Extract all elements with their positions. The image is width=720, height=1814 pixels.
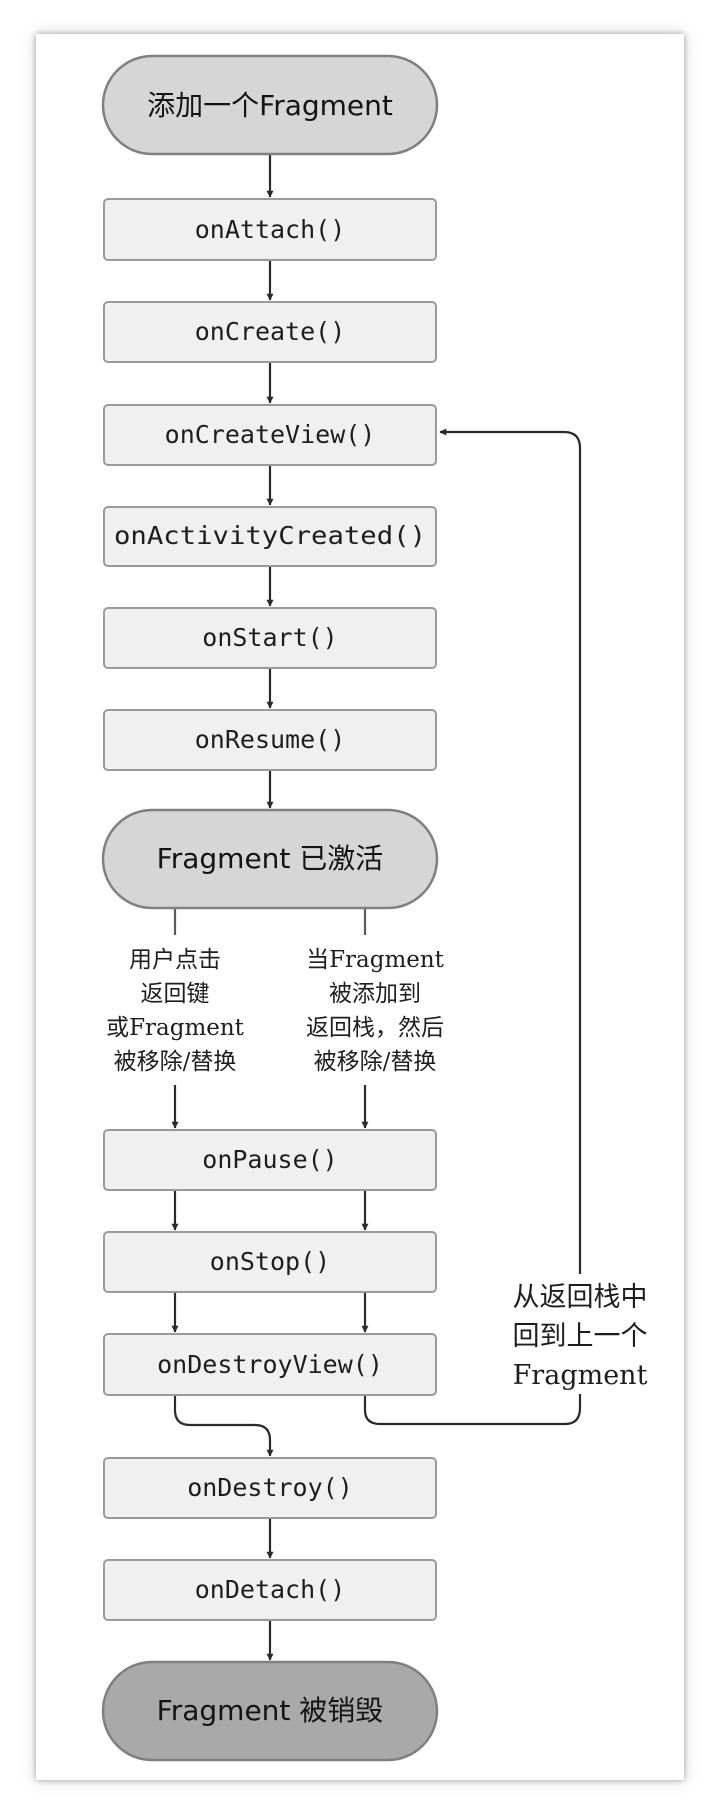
return-note-line-1: 从返回栈中 [513,1282,648,1313]
edge-destroyview-destroy [173,1395,274,1457]
node-on-stop: onStop() [103,1231,437,1293]
return-note-line-2: 回到上一个 [513,1321,648,1352]
node-on-create-label: onCreate() [195,317,346,346]
fragment-lifecycle-diagram: 添加一个Fragment onAttach() onCreate() onCre… [101,54,672,1762]
node-on-attach: onAttach() [103,198,437,261]
node-on-destroy-view: onDestroyView() [103,1333,437,1396]
end-terminal: Fragment 被销毁 [101,1660,439,1762]
node-on-activity-created: onActivityCreated() [103,506,437,567]
node-on-attach-label: onAttach() [195,215,346,244]
node-on-destroy-label: onDestroy() [187,1473,353,1502]
start-terminal-label: 添加一个Fragment [147,89,393,122]
return-note-line-3: Fragment [513,1360,648,1391]
condition-back-stack-add: 当Fragment 被添加到 返回栈，然后 被移除/替换 [306,947,445,1075]
node-on-pause: onPause() [103,1129,437,1191]
node-on-resume-label: onResume() [195,725,346,754]
condition-left-line-1: 用户点击 [129,947,221,973]
condition-left-line-2: 返回键 [141,981,210,1007]
node-on-stop-label: onStop() [210,1247,330,1276]
node-on-create: onCreate() [103,301,437,363]
condition-user-back: 用户点击 返回键 或Fragment 被移除/替换 [106,947,245,1075]
condition-right-line-2: 被添加到 [329,981,421,1007]
start-terminal: 添加一个Fragment [101,54,439,156]
node-on-detach-label: onDetach() [195,1575,346,1604]
active-terminal: Fragment 已激活 [101,808,439,910]
end-terminal-label: Fragment 被销毁 [157,1694,384,1727]
node-on-create-view-label: onCreateView() [165,420,376,449]
node-on-start-label: onStart() [202,623,337,652]
condition-right-line-1: 当Fragment [306,947,445,973]
node-on-resume: onResume() [103,709,437,771]
node-on-activity-created-label: onActivityCreated() [114,521,426,550]
active-terminal-label: Fragment 已激活 [157,842,384,875]
node-on-destroy-view-label: onDestroyView() [157,1350,383,1379]
condition-right-line-3: 返回栈，然后 [306,1015,444,1041]
condition-right-line-4: 被移除/替换 [314,1049,437,1075]
node-on-pause-label: onPause() [202,1145,337,1174]
condition-left-line-4: 被移除/替换 [114,1049,237,1075]
node-on-detach: onDetach() [103,1559,437,1621]
condition-return-back-stack: 从返回栈中 回到上一个 Fragment [488,1274,672,1394]
node-on-start: onStart() [103,607,437,669]
condition-left-line-3: 或Fragment [106,1015,245,1041]
node-on-create-view: onCreateView() [103,404,437,466]
node-on-destroy: onDestroy() [103,1457,437,1519]
